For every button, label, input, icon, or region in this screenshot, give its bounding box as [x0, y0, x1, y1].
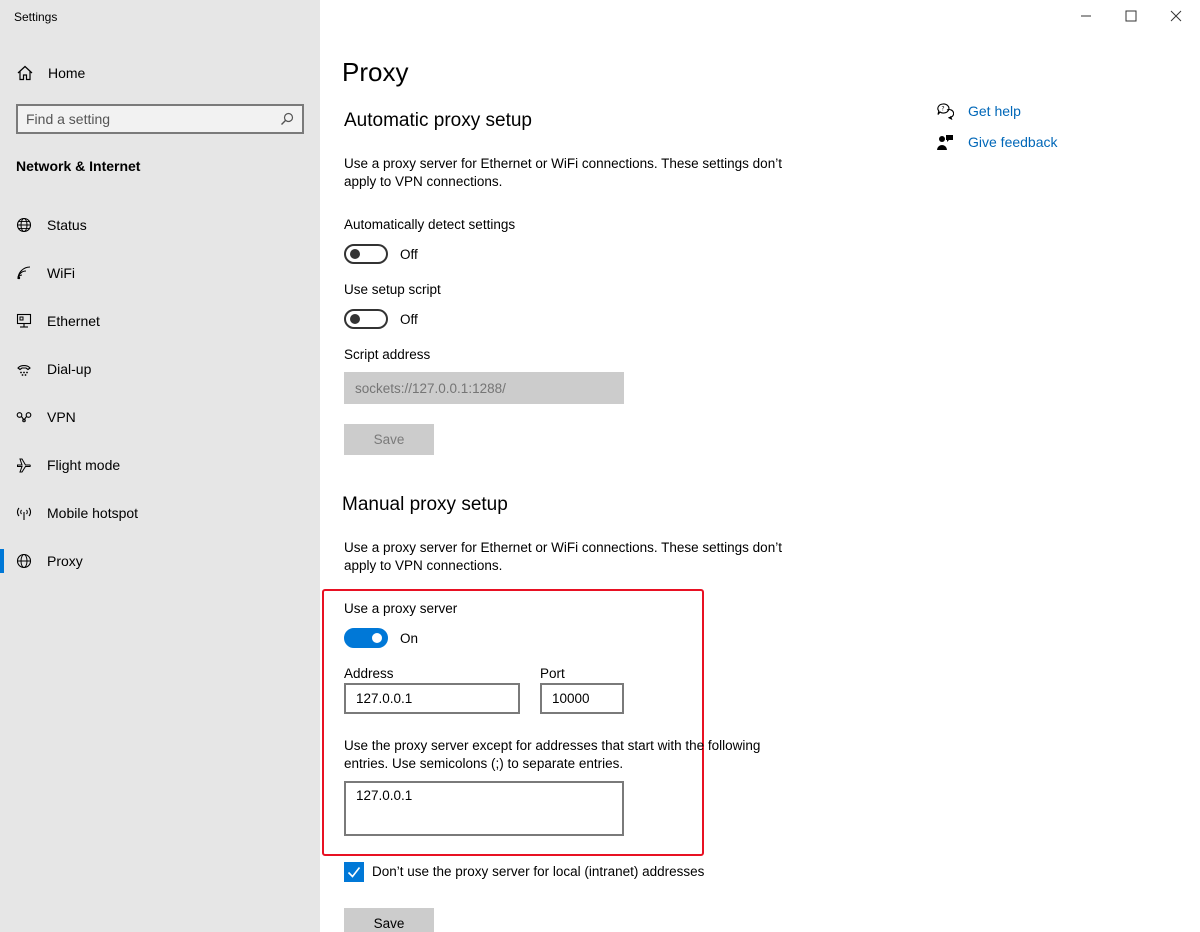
- setup-script-label: Use setup script: [344, 282, 441, 297]
- manual-proxy-heading: Manual proxy setup: [342, 494, 508, 515]
- automatic-proxy-description: Use a proxy server for Ethernet or WiFi …: [344, 156, 782, 189]
- sidebar-item-label: Flight mode: [47, 457, 121, 473]
- detect-settings-state: Off: [400, 247, 418, 262]
- main-content: Proxy Automatic proxy setup Use a proxy …: [320, 0, 1200, 932]
- selection-indicator: [0, 549, 4, 573]
- sidebar-item-ethernet[interactable]: Ethernet: [0, 301, 320, 341]
- sidebar-item-label: Ethernet: [47, 313, 100, 329]
- ethernet-icon: [16, 313, 34, 329]
- sidebar-item-label: WiFi: [47, 265, 75, 281]
- search-box[interactable]: [16, 104, 304, 134]
- address-field[interactable]: [344, 683, 520, 714]
- toggle-knob: [350, 314, 360, 324]
- port-field[interactable]: [540, 683, 624, 714]
- detect-settings-label: Automatically detect settings: [344, 217, 516, 232]
- local-addresses-checkbox[interactable]: [344, 862, 364, 882]
- sidebar-item-proxy[interactable]: Proxy: [0, 541, 320, 581]
- local-addresses-label: Don’t use the proxy server for local (in…: [372, 864, 705, 879]
- use-proxy-toggle[interactable]: [344, 628, 388, 648]
- setup-script-toggle[interactable]: [344, 309, 388, 329]
- sidebar: Settings Home Network & Internet Status …: [0, 0, 320, 932]
- automatic-proxy-heading: Automatic proxy setup: [344, 110, 532, 131]
- section-title: Network & Internet: [16, 158, 141, 174]
- sidebar-item-status[interactable]: Status: [0, 205, 320, 245]
- automatic-save-button[interactable]: Save: [344, 424, 434, 455]
- get-help-label: Get help: [968, 103, 1021, 119]
- sidebar-item-label: Home: [48, 65, 86, 81]
- svg-text:?: ?: [941, 105, 944, 112]
- sidebar-item-home[interactable]: Home: [0, 56, 320, 90]
- manual-save-button[interactable]: Save: [344, 908, 434, 932]
- sidebar-item-label: VPN: [47, 409, 76, 425]
- give-feedback-label: Give feedback: [968, 134, 1058, 150]
- script-address-field[interactable]: [344, 372, 624, 404]
- globe-icon: [16, 553, 34, 569]
- sidebar-item-wifi[interactable]: WiFi: [0, 253, 320, 293]
- search-input[interactable]: [26, 110, 276, 128]
- port-label: Port: [540, 666, 565, 681]
- exceptions-description: Use the proxy server except for addresse…: [344, 738, 761, 771]
- feedback-icon: [936, 133, 954, 151]
- sidebar-item-label: Mobile hotspot: [47, 505, 139, 521]
- sidebar-item-mobile-hotspot[interactable]: Mobile hotspot: [0, 493, 320, 533]
- home-icon: [16, 65, 34, 81]
- use-proxy-state: On: [400, 631, 419, 646]
- address-input[interactable]: [346, 685, 518, 712]
- toggle-knob: [350, 249, 360, 259]
- port-input[interactable]: [542, 685, 622, 712]
- exceptions-input[interactable]: 127.0.0.1: [346, 783, 622, 834]
- address-label: Address: [344, 666, 394, 681]
- vpn-icon: [16, 409, 34, 425]
- manual-proxy-description: Use a proxy server for Ethernet or WiFi …: [344, 540, 782, 573]
- app-title: Settings: [14, 10, 58, 24]
- page-title: Proxy: [342, 57, 409, 87]
- toggle-knob: [372, 633, 382, 643]
- setup-script-state: Off: [400, 312, 418, 327]
- dial-up-icon: [16, 361, 34, 377]
- sidebar-item-label: Dial-up: [47, 361, 92, 377]
- help-chat-icon: ?: [936, 102, 955, 121]
- sidebar-item-label: Proxy: [47, 553, 83, 569]
- sidebar-item-vpn[interactable]: VPN: [0, 397, 320, 437]
- search-icon[interactable]: [280, 112, 294, 126]
- script-address-label: Script address: [344, 347, 431, 362]
- sidebar-item-dial-up[interactable]: Dial-up: [0, 349, 320, 389]
- sidebar-item-label: Status: [47, 217, 87, 233]
- script-address-input[interactable]: [344, 372, 624, 404]
- sidebar-item-flight-mode[interactable]: Flight mode: [0, 445, 320, 485]
- exceptions-field[interactable]: 127.0.0.1: [344, 781, 624, 836]
- airplane-icon: [16, 457, 34, 473]
- globe-icon: [16, 217, 34, 233]
- checkmark-icon: [347, 867, 361, 878]
- wifi-icon: [16, 265, 34, 281]
- use-proxy-label: Use a proxy server: [344, 601, 458, 616]
- hotspot-icon: [16, 505, 34, 521]
- detect-settings-toggle[interactable]: [344, 244, 388, 264]
